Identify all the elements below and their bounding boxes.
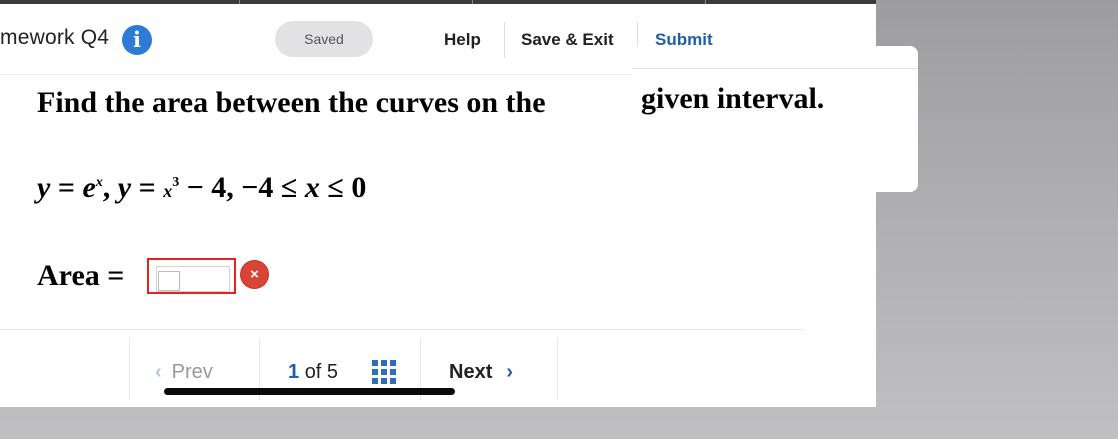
question-prompt: Find the area between the curves on the	[37, 86, 546, 119]
help-button[interactable]: Help	[444, 30, 481, 50]
eq-e-base: e	[82, 171, 96, 204]
next-button[interactable]: Next ›	[449, 361, 513, 384]
save-exit-button[interactable]: Save & Exit	[521, 30, 614, 50]
next-label: Next	[449, 361, 493, 383]
answer-placeholder-box	[158, 271, 180, 291]
nav-divider	[129, 338, 130, 400]
prev-button[interactable]: ‹ Prev	[155, 361, 213, 384]
page-current: 1	[288, 361, 300, 383]
area-label: Area =	[37, 259, 125, 292]
page-of: of 5	[304, 361, 339, 383]
popover-divider	[632, 68, 918, 69]
grid-icon[interactable]	[372, 360, 396, 384]
home-indicator[interactable]	[164, 388, 455, 395]
eq-y1: y	[37, 171, 51, 204]
page-indicator: 1 of 5	[288, 361, 338, 384]
error-icon[interactable]: ×	[241, 261, 268, 288]
question-prompt-continued: given interval.	[641, 82, 825, 115]
eq-x-base: x	[163, 181, 173, 201]
assignment-title: mework Q4	[0, 26, 110, 49]
eq-e-exponent: x	[95, 175, 103, 190]
eq-minus-four: − 4, −4 ≤	[179, 171, 305, 204]
prev-label: Prev	[171, 361, 213, 383]
eq-equals: =	[131, 171, 164, 204]
question-equation: y = ex, y = x3 − 4, −4 ≤ x ≤ 0	[37, 171, 366, 205]
eq-y2: y	[117, 171, 132, 204]
info-icon[interactable]: i	[122, 25, 152, 55]
chevron-left-icon: ‹	[155, 361, 162, 383]
eq-equals: =	[50, 171, 83, 204]
footer-divider	[0, 329, 804, 330]
eq-x-var: x	[304, 171, 320, 204]
eq-leq-zero: ≤ 0	[319, 171, 367, 204]
header-divider	[504, 22, 505, 58]
eq-sep: ,	[102, 171, 118, 204]
saved-status-badge: Saved	[275, 21, 373, 57]
chevron-right-icon: ›	[506, 361, 514, 383]
nav-divider	[557, 338, 558, 400]
